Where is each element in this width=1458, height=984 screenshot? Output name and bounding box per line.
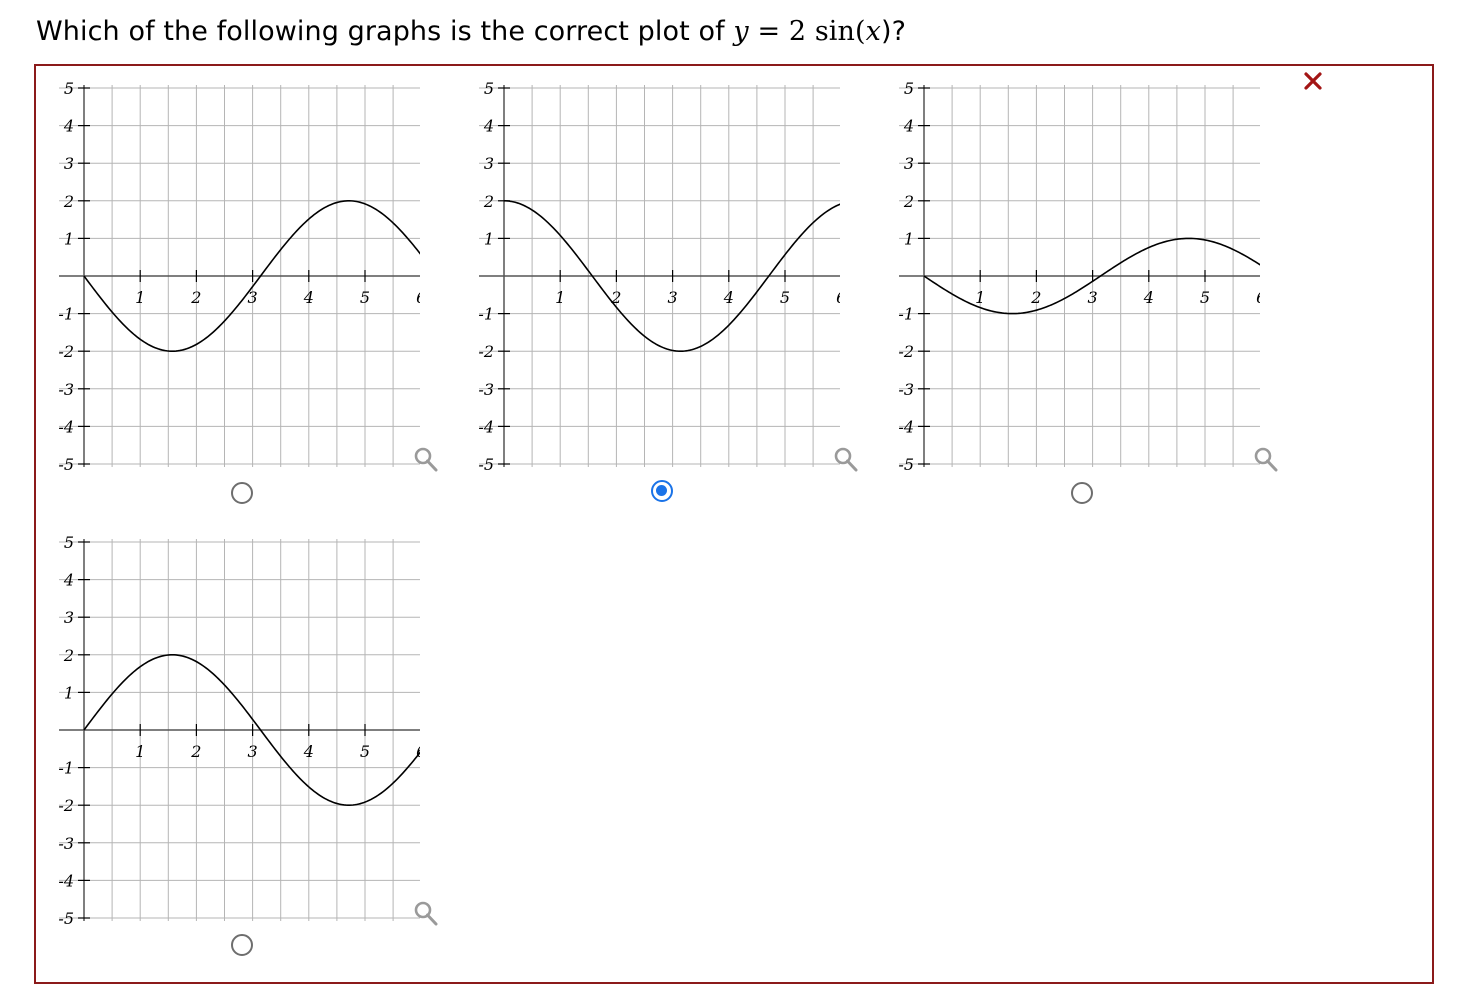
x-tick-label: 4 [303, 742, 314, 761]
x-tick-label: 3 [1088, 288, 1098, 307]
y-tick-label: 3 [484, 154, 494, 173]
radio-option-d[interactable] [231, 934, 253, 956]
radio-option-b[interactable] [651, 480, 673, 502]
magnify-icon[interactable] [832, 446, 860, 474]
y-tick-label: -5 [478, 455, 494, 474]
option-d[interactable]: 1 2 3 4 5 6 5 4 3 2 1 -1 -2 -3 -4 -5 [40, 522, 438, 982]
y-tick-label: -2 [58, 796, 74, 815]
magnify-icon[interactable] [412, 446, 440, 474]
close-icon [1300, 68, 1326, 94]
x-tick-label: 2 [1030, 288, 1041, 307]
equation-arg: x [865, 16, 881, 47]
graph-option-a: 12345654321-1-2-3-4-5 [58, 79, 420, 474]
y-tick-label: 5 [904, 79, 914, 98]
x-tick-label: 6 [836, 288, 840, 307]
equation-coef: 2 [788, 16, 807, 47]
y-tick-label: -5 [58, 909, 74, 928]
x-tick-label: 1 [975, 288, 985, 307]
x-tick-label: 1 [135, 742, 145, 761]
question-prefix: Which of the following graphs is the cor… [36, 16, 734, 47]
y-tick-label: -3 [58, 380, 74, 399]
y-tick-label: 1 [64, 229, 74, 248]
y-tick-label: -1 [58, 759, 74, 778]
x-tick-label: 4 [1143, 288, 1154, 307]
equation-var: y [733, 16, 749, 47]
y-tick-label: 5 [484, 79, 494, 98]
x-tick-label: 5 [360, 742, 370, 761]
y-tick-label: -2 [898, 342, 914, 361]
y-tick-label: 1 [484, 229, 494, 248]
y-tick-label: 2 [903, 192, 914, 211]
equation-func: sin( [806, 16, 866, 47]
y-tick-label: -5 [58, 455, 74, 474]
y-tick-label: -1 [478, 305, 494, 324]
y-tick-label: 2 [63, 192, 74, 211]
equation: y = 2 sin(x [733, 16, 881, 47]
x-tick-label: 1 [135, 288, 145, 307]
y-tick-label: -3 [58, 834, 74, 853]
y-tick-label: -3 [898, 380, 914, 399]
y-tick-label: 1 [64, 683, 74, 702]
x-tick-label: 6 [416, 742, 420, 761]
magnify-icon[interactable] [412, 900, 440, 928]
graph-option-d: 1 2 3 4 5 6 5 4 3 2 1 -1 -2 -3 -4 -5 [58, 533, 420, 928]
x-tick-label: 1 [555, 288, 565, 307]
y-tick-label: 4 [63, 117, 74, 136]
x-tick-label: 3 [668, 288, 678, 307]
y-tick-label: 5 [64, 533, 74, 552]
y-tick-label: -4 [58, 417, 74, 436]
y-tick-label: -1 [58, 305, 74, 324]
option-c[interactable]: 1 2 3 4 5 6 5 4 3 2 1 -1 -2 -3 -4 -5 [880, 68, 1278, 528]
graph-option-c: 1 2 3 4 5 6 5 4 3 2 1 -1 -2 -3 -4 -5 [898, 79, 1260, 474]
x-tick-label: 2 [610, 288, 621, 307]
option-b[interactable]: 1 2 3 4 5 6 5 4 3 2 1 -1 -2 -3 -4 -5 [460, 68, 858, 528]
y-tick-label: -2 [478, 342, 494, 361]
option-a[interactable]: 12345654321-1-2-3-4-5 [40, 68, 438, 528]
equation-equals: = [748, 16, 789, 47]
x-tick-label: 3 [248, 742, 258, 761]
y-tick-label: -4 [478, 417, 494, 436]
x-tick-label: 2 [190, 742, 201, 761]
y-tick-label: 1 [904, 229, 914, 248]
y-tick-label: 4 [63, 571, 74, 590]
y-tick-label: 3 [904, 154, 914, 173]
x-tick-label: 4 [723, 288, 734, 307]
radio-option-a[interactable] [231, 482, 253, 504]
y-tick-label: 4 [903, 117, 914, 136]
x-tick-label: 6 [416, 288, 420, 307]
y-tick-label: -5 [898, 455, 914, 474]
y-tick-label: -4 [58, 871, 74, 890]
question-suffix: )? [880, 16, 907, 47]
y-tick-label: -2 [58, 342, 74, 361]
y-tick-label: -4 [898, 417, 914, 436]
question-text: Which of the following graphs is the cor… [36, 16, 906, 47]
x-tick-label: 5 [1200, 288, 1210, 307]
graph-option-b: 1 2 3 4 5 6 5 4 3 2 1 -1 -2 -3 -4 -5 [478, 79, 840, 474]
x-tick-label: 4 [303, 288, 314, 307]
x-tick-label: 5 [780, 288, 790, 307]
magnify-icon[interactable] [1252, 446, 1280, 474]
y-tick-label: -1 [898, 305, 914, 324]
y-tick-label: 2 [483, 192, 494, 211]
y-tick-label: -3 [478, 380, 494, 399]
x-tick-label: 5 [360, 288, 370, 307]
y-tick-label: 5 [64, 79, 74, 98]
x-tick-label: 2 [190, 288, 201, 307]
x-tick-label: 6 [1256, 288, 1260, 307]
y-tick-label: 3 [64, 154, 74, 173]
y-tick-label: 3 [64, 608, 74, 627]
y-tick-label: 4 [483, 117, 494, 136]
y-tick-label: 2 [63, 646, 74, 665]
radio-option-c[interactable] [1071, 482, 1093, 504]
